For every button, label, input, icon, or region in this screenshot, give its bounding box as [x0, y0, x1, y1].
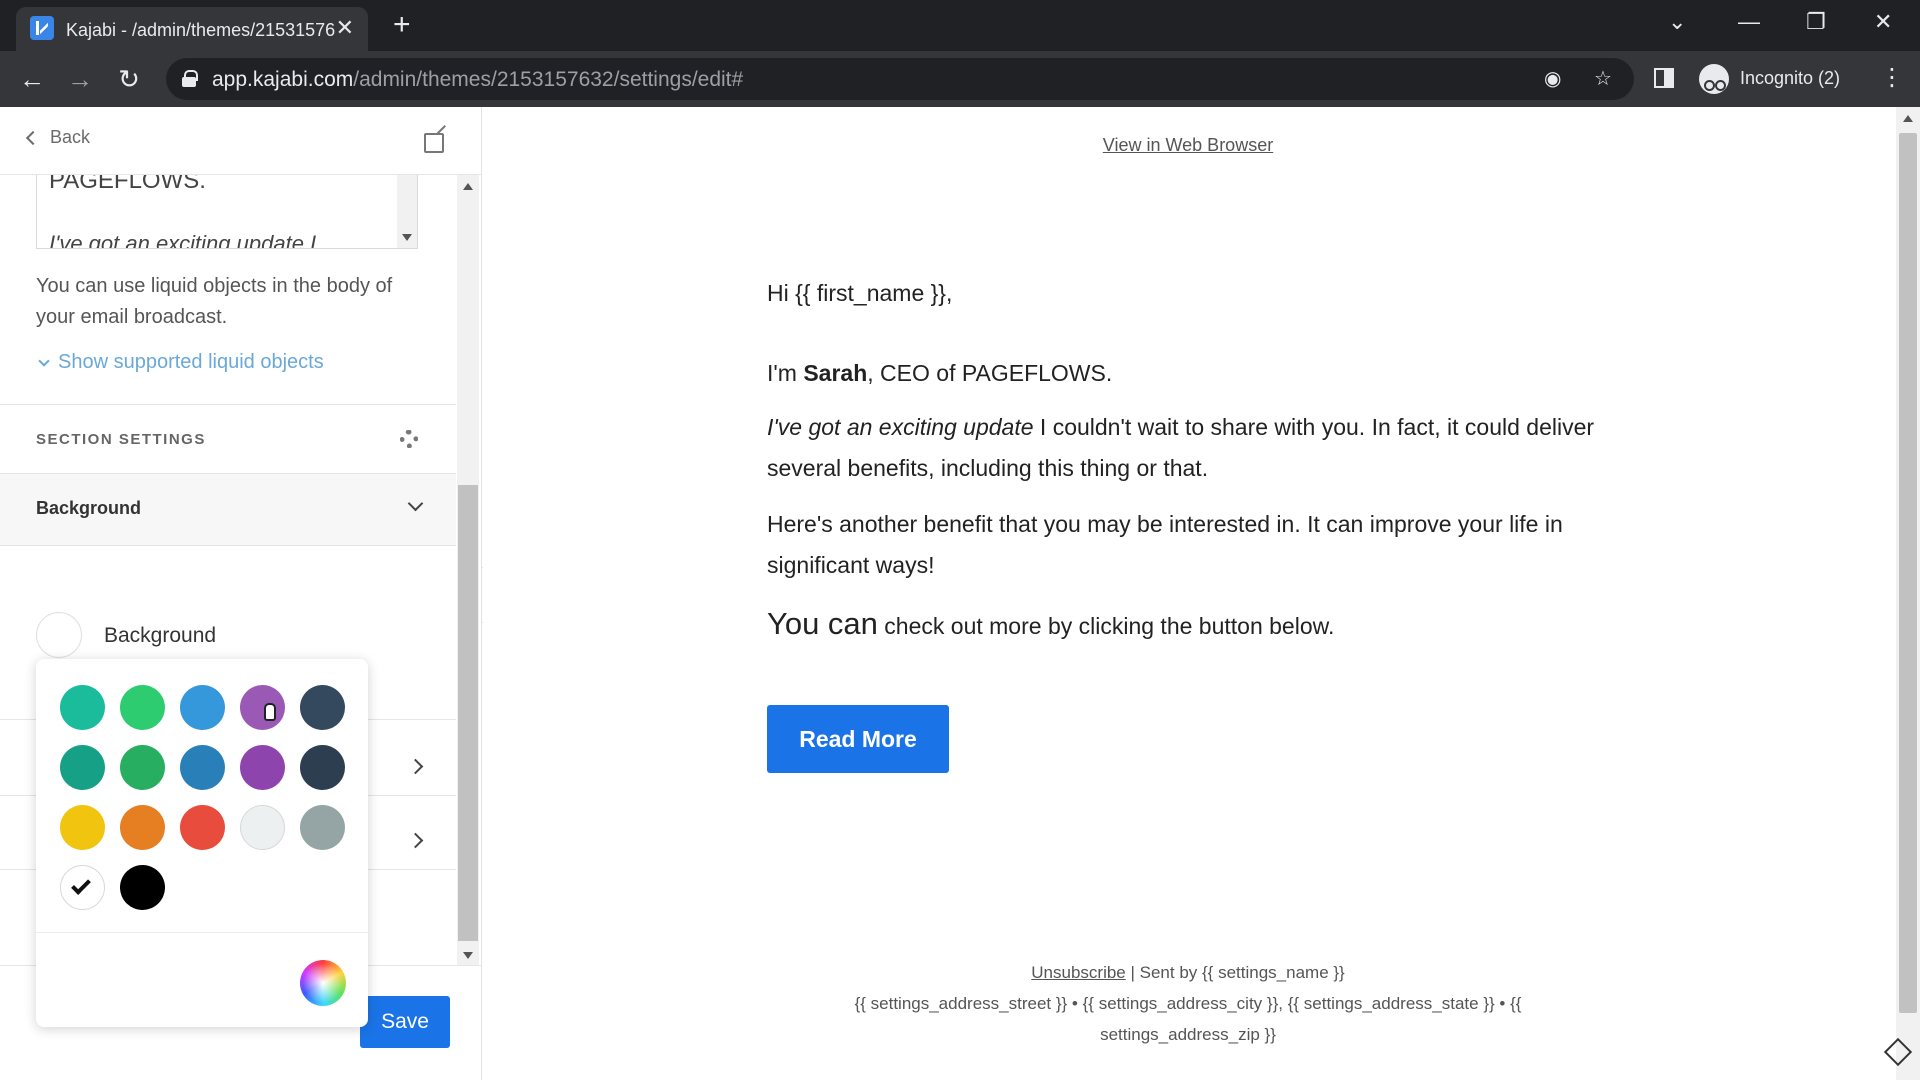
divider [36, 932, 368, 933]
new-tab-icon[interactable]: + [393, 10, 411, 40]
background-accordion[interactable]: Background [0, 474, 456, 546]
incognito-profile[interactable]: Incognito (2) [1697, 62, 1867, 96]
back-link[interactable]: Back [25, 127, 90, 148]
color-swatch-yellow[interactable] [60, 805, 105, 850]
close-tab-icon[interactable]: ✕ [336, 16, 354, 40]
read-more-button[interactable]: Read More [767, 705, 949, 773]
color-swatch-light-gray[interactable] [240, 805, 285, 850]
color-swatch-belize-blue[interactable] [180, 745, 225, 790]
color-swatch-nephritis[interactable] [120, 745, 165, 790]
lock-icon[interactable] [182, 70, 198, 87]
open-external-icon[interactable] [424, 133, 444, 153]
email-greeting: Hi {{ first_name }}, [767, 280, 953, 306]
chevron-right-icon[interactable] [407, 758, 424, 775]
color-swatch-wisteria[interactable] [240, 745, 285, 790]
chevron-down-icon [407, 495, 424, 512]
check-icon [71, 875, 91, 895]
incognito-icon [1699, 64, 1729, 94]
scroll-up-icon[interactable] [1903, 115, 1913, 122]
minimize-icon[interactable]: — [1738, 8, 1760, 36]
sidebar-icon[interactable] [1654, 68, 1674, 88]
tab-title: Kajabi - /admin/themes/2153157632 [66, 20, 336, 40]
email-body-textarea[interactable]: PAGEFLOWS. I've got an exciting update I [36, 175, 418, 249]
gear-icon[interactable] [400, 430, 418, 448]
view-in-browser-link[interactable]: View in Web Browser [483, 135, 1893, 156]
color-swatch-gray[interactable] [300, 805, 345, 850]
color-swatch-orange[interactable] [120, 805, 165, 850]
background-field-label: Background [104, 624, 217, 647]
back-icon[interactable]: ← [18, 65, 46, 93]
email-paragraph: You can check out more by clicking the b… [767, 606, 1335, 641]
color-swatch-white[interactable] [60, 865, 105, 910]
liquid-help-text: You can use liquid objects in the body o… [36, 275, 393, 328]
browser-toolbar: ← → ↻ app.kajabi.com/admin/themes/215315… [0, 51, 1920, 107]
color-swatch-midnight[interactable] [300, 745, 345, 790]
restore-icon[interactable]: ❐ [1806, 8, 1826, 36]
scroll-thumb[interactable] [458, 485, 478, 941]
kebab-menu-icon[interactable]: ⋮ [1880, 65, 1904, 91]
color-swatch-blue[interactable] [180, 685, 225, 730]
color-swatch-slate[interactable] [300, 685, 345, 730]
address-bar[interactable]: app.kajabi.com/admin/themes/2153157632/s… [166, 58, 1634, 100]
section-settings-label: SECTION SETTINGS [36, 431, 206, 448]
scroll-down-icon[interactable] [463, 952, 473, 959]
tab-search-icon[interactable]: ⌄ [1668, 8, 1686, 36]
profile-label: Incognito (2) [1740, 68, 1841, 88]
chevron-down-icon [38, 354, 50, 367]
reload-icon[interactable]: ↻ [115, 65, 143, 93]
page-scrollbar[interactable] [1896, 107, 1920, 1080]
scroll-thumb[interactable] [1899, 133, 1917, 1013]
save-button[interactable]: Save [360, 996, 450, 1048]
textarea-scrollbar[interactable] [397, 175, 417, 248]
close-window-icon[interactable]: ✕ [1874, 8, 1892, 36]
chevron-left-icon [25, 130, 41, 145]
email-preview: View in Web Browser Hi {{ first_name }},… [483, 107, 1896, 1080]
eye-off-icon[interactable]: ◉ [1544, 68, 1561, 90]
color-picker-popover [36, 659, 368, 1027]
sent-by-text: | Sent by {{ settings_name }} [1125, 963, 1345, 982]
color-swatch-black[interactable] [120, 865, 165, 910]
background-color-swatch[interactable] [36, 612, 82, 658]
panel-header: Back [0, 107, 481, 175]
color-swatch-emerald[interactable] [120, 685, 165, 730]
footer-address: {{ settings_address_street }} • {{ setti… [854, 994, 1522, 1044]
color-wheel-icon[interactable] [300, 960, 346, 1006]
star-icon[interactable]: ☆ [1594, 68, 1612, 90]
url-text: app.kajabi.com/admin/themes/2153157632/s… [212, 68, 744, 91]
email-footer: Unsubscribe | Sent by {{ settings_name }… [483, 957, 1893, 1050]
email-intro: I'm Sarah, CEO of PAGEFLOWS. [767, 360, 1113, 386]
panel-scrollbar[interactable] [457, 175, 479, 965]
scroll-up-icon[interactable] [463, 183, 473, 190]
forward-icon[interactable]: → [66, 65, 94, 93]
color-swatch-green-sea[interactable] [60, 745, 105, 790]
email-paragraph: Here's another benefit that you may be i… [767, 511, 1563, 578]
pointer-cursor-icon [264, 703, 276, 721]
unsubscribe-link[interactable]: Unsubscribe [1031, 963, 1126, 982]
color-swatch-amethyst[interactable] [240, 685, 285, 730]
email-paragraph: I've got an exciting update I couldn't w… [767, 414, 1595, 481]
chevron-right-icon[interactable] [407, 832, 424, 849]
color-swatch-turquoise[interactable] [60, 685, 105, 730]
color-swatch-red[interactable] [180, 805, 225, 850]
browser-tab-bar: Kajabi - /admin/themes/2153157632 ✕ + ⌄ … [0, 0, 1920, 51]
browser-tab[interactable]: Kajabi - /admin/themes/2153157632 ✕ [16, 7, 368, 51]
kajabi-favicon-icon [30, 16, 54, 40]
show-liquid-objects-link[interactable]: Show supported liquid objects [38, 351, 324, 374]
section-settings-header: SECTION SETTINGS [0, 404, 456, 474]
